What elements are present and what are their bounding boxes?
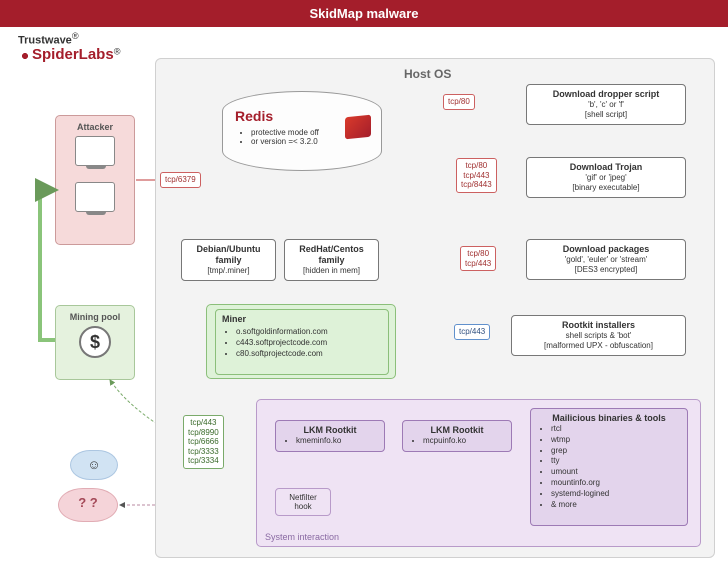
question-icon: ? ? [59,489,117,517]
emoji-icon: ☺ [71,451,117,479]
title-banner: SkidMap malware [0,0,728,27]
node-sub: 'gold', 'euler' or 'stream' [533,255,679,265]
packages-node: Download packages 'gold', 'euler' or 'st… [526,239,686,280]
list-item: wtmp [551,435,681,446]
mining-label: Mining pool [62,312,128,322]
attacker-label: Attacker [62,122,128,132]
trojan-node: Download Trojan 'gif' or 'jpeg' [binary … [526,157,686,198]
port-dropper: tcp/80 [443,94,475,110]
lkm-module: kmeminfo.ko [296,436,378,447]
host-os-panel: Host OS Redis protective mode off or ver… [155,58,715,558]
list-item: mountinfo.org [551,478,681,489]
mining-pool-box: Mining pool $ [55,305,135,380]
node-title: family [188,255,269,265]
node-sub: 'gif' or 'jpeg' [533,173,679,183]
node-sub: [malformed UPX - obfuscation] [518,341,679,351]
list-item: rtcl [551,424,681,435]
node-title: RedHat/Centos [291,244,372,254]
miner-group: Miner o.softgoldinformation.com c443.sof… [206,304,396,379]
rootkit-node: Rootkit installers shell scripts & 'bot'… [511,315,686,356]
list-item: & more [551,500,681,511]
redis-icon [345,115,371,140]
dollar-icon: $ [79,326,111,358]
system-interaction-group: LKM Rootkit kmeminfo.ko LKM Rootkit mcpu… [256,399,701,547]
list-item: grep [551,446,681,457]
port-rootkit: tcp/443 [454,324,490,340]
attacker-box: Attacker [55,115,135,245]
node-title: Download Trojan [533,162,679,172]
logo-reg2: ® [114,46,121,56]
cloud-emoji: ☺ [70,450,118,480]
node-title: Download packages [533,244,679,254]
port-miner: tcp/443 tcp/8990 tcp/6666 tcp/3333 tcp/3… [183,415,224,469]
malicious-binaries: Mailicious binaries & tools rtcl wtmp gr… [530,408,688,526]
lkm-rootkit-kmeminfo: LKM Rootkit kmeminfo.ko [275,420,385,452]
laptop-icon [75,182,115,212]
laptop-icon [75,136,115,166]
node-sub: [binary executable] [533,183,679,193]
system-interaction-label: System interaction [265,532,339,542]
node-title: Download dropper script [533,89,679,99]
node-title: Mailicious binaries & tools [537,413,681,423]
node-title: LKM Rootkit [409,425,505,435]
port-redis: tcp/6379 [160,172,201,188]
node-sub: 'b', 'c' or 'f' [533,100,679,110]
dropper-node: Download dropper script 'b', 'c' or 'f' … [526,84,686,125]
list-item: tty [551,456,681,467]
netfilter-hook: Netfilter hook [275,488,331,516]
logo-line2: SpiderLabs [32,46,114,63]
trustwave-logo: Trustwave® SpiderLabs® [18,32,120,63]
node-title: Miner [222,314,382,324]
miner-node: Miner o.softgoldinformation.com c443.sof… [215,309,389,375]
node-title: family [291,255,372,265]
node-sub: [tmp/.miner] [188,266,269,276]
lkm-rootkit-mcpuinfo: LKM Rootkit mcpuinfo.ko [402,420,512,452]
node-title: LKM Rootkit [282,425,378,435]
node-title: Rootkit installers [518,320,679,330]
list-item: umount [551,467,681,478]
spider-icon [18,49,32,63]
port-packages: tcp/80 tcp/443 [460,246,496,271]
miner-host: c443.softprojectcode.com [236,338,382,349]
miner-host: o.softgoldinformation.com [236,327,382,338]
node-sub: shell scripts & 'bot' [518,331,679,341]
logo-reg1: ® [72,31,79,41]
node-sub: [hidden in mem] [291,266,372,276]
redhat-node: RedHat/Centos family [hidden in mem] [284,239,379,281]
cloud-question: ? ? [58,488,118,522]
debian-node: Debian/Ubuntu family [tmp/.miner] [181,239,276,281]
node-sub: [DES3 encrypted] [533,265,679,275]
list-item: systemd-logined [551,489,681,500]
lkm-module: mcpuinfo.ko [423,436,505,447]
node-title: Debian/Ubuntu [188,244,269,254]
miner-host: c80.softprojectcode.com [236,349,382,360]
host-os-label: Host OS [404,67,451,81]
port-trojan: tcp/80 tcp/443 tcp/8443 [456,158,497,193]
node-sub: [shell script] [533,110,679,120]
redis-node: Redis protective mode off or version =< … [222,91,382,171]
